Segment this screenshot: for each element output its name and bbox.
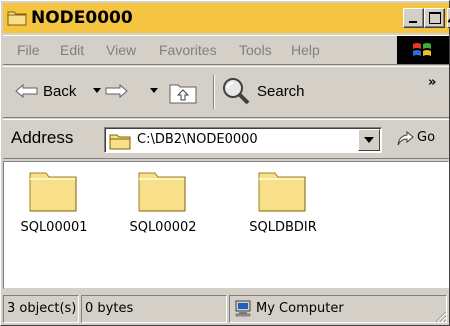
menu-edit[interactable]: Edit: [60, 42, 84, 58]
windows-logo: [397, 36, 449, 64]
search-icon: [223, 78, 250, 105]
status-size: 0 bytes: [81, 295, 227, 323]
menu-bar: File Edit View Favorites Tools Help: [3, 35, 449, 65]
list-item-label: SQLDBDIR: [249, 220, 317, 235]
list-item-label: SQL00001: [20, 220, 88, 235]
list-item[interactable]: SQLDBDIR: [233, 166, 333, 246]
resize-grip-icon[interactable]: [435, 311, 447, 323]
back-arrow-icon: [15, 84, 38, 98]
address-input[interactable]: C:\DB2\NODE0000: [104, 127, 382, 153]
go-arrow-icon: [397, 130, 414, 146]
status-zone: My Computer: [229, 295, 447, 323]
folder-icon: [109, 134, 131, 150]
toolbar-overflow-button[interactable]: »: [428, 75, 436, 90]
search-label: Search: [257, 83, 305, 100]
chevron-down-icon[interactable]: [150, 88, 158, 93]
address-value: C:\DB2\NODE0000: [137, 132, 258, 147]
folder-icon: [29, 172, 77, 212]
status-zone-label: My Computer: [256, 301, 344, 316]
windows-flag-icon: [413, 43, 431, 56]
title-bar[interactable]: NODE0000: [3, 3, 450, 33]
menu-view[interactable]: View: [106, 42, 136, 58]
folder-icon: [7, 9, 27, 26]
menu-file[interactable]: File: [17, 42, 40, 58]
forward-arrow-icon[interactable]: [104, 84, 128, 98]
menu-tools[interactable]: Tools: [239, 42, 272, 58]
my-computer-icon: [235, 300, 251, 317]
status-object-count: 3 object(s): [3, 295, 79, 323]
toolbar: Back Search »: [3, 66, 449, 118]
window-title: NODE0000: [31, 8, 133, 28]
go-button[interactable]: Go: [395, 129, 435, 153]
address-dropdown-button[interactable]: [358, 129, 380, 151]
address-label: Address: [11, 128, 74, 147]
list-item[interactable]: SQL00002: [113, 166, 213, 246]
up-folder-icon[interactable]: [168, 77, 198, 105]
list-item-label: SQL00002: [129, 220, 197, 235]
folder-icon: [258, 172, 306, 212]
minimize-button[interactable]: [403, 8, 424, 28]
maximize-button[interactable]: [424, 8, 445, 28]
folder-icon: [138, 172, 186, 212]
go-label: Go: [417, 130, 436, 145]
chevron-down-icon[interactable]: [93, 88, 101, 93]
menu-favorites[interactable]: Favorites: [159, 42, 217, 58]
list-item[interactable]: SQL00001: [4, 166, 104, 246]
back-label: Back: [43, 83, 77, 100]
file-list: SQL00001 SQL00002 SQLDBDIR: [3, 161, 449, 289]
toolbar-separator: [213, 75, 215, 109]
explorer-window: NODE0000 File Edit View Favorites Tools …: [0, 0, 450, 326]
search-button[interactable]: Search: [221, 76, 305, 110]
menu-help[interactable]: Help: [291, 42, 320, 58]
status-bar: 3 object(s) 0 bytes My Computer: [3, 291, 449, 325]
address-bar: Address C:\DB2\NODE0000 Go: [3, 119, 449, 159]
